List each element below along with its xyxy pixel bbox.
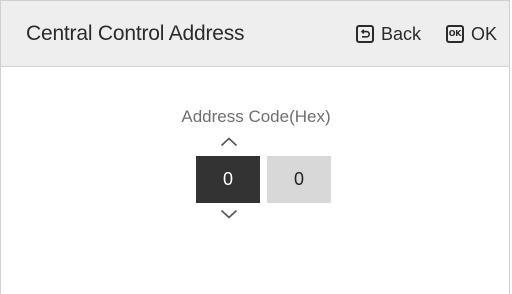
header-bar: Central Control Address Back OK OK [1, 1, 509, 67]
return-icon [356, 25, 374, 43]
back-label: Back [381, 23, 422, 44]
ok-label: OK [471, 23, 498, 44]
chevron-down-icon[interactable] [219, 207, 239, 221]
back-button[interactable]: Back [356, 21, 421, 47]
ok-button[interactable]: OK OK [446, 21, 497, 47]
ok-icon-text: OK [448, 29, 462, 38]
chevron-up-icon[interactable] [219, 135, 239, 149]
page-title: Central Control Address [26, 22, 245, 45]
address-code-label: Address Code(Hex) [181, 107, 331, 126]
address-digit-2[interactable]: 0 [267, 156, 331, 203]
ok-icon: OK [446, 25, 464, 43]
address-digit-1[interactable]: 0 [196, 156, 260, 203]
